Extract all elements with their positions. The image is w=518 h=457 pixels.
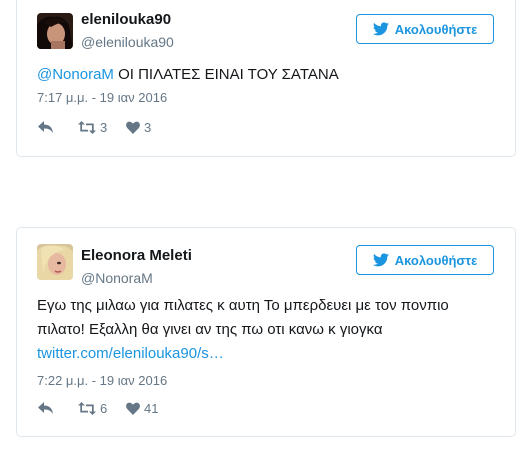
follow-label: Ακολουθήστε (394, 252, 478, 268)
twitter-bird-icon (372, 253, 389, 267)
display-name[interactable]: Eleonora Meleti (81, 247, 192, 264)
avatar[interactable] (37, 244, 73, 280)
follow-label: Ακολουθήστε (394, 21, 478, 37)
follow-button[interactable]: Ακολουθήστε (356, 245, 494, 275)
timestamp[interactable]: 7:22 μ.μ. - 19 ιαν 2016 (37, 373, 167, 388)
avatar[interactable] (37, 13, 73, 49)
timestamp[interactable]: 7:17 μ.μ. - 19 ιαν 2016 (37, 90, 167, 105)
retweet-icon (78, 402, 96, 415)
like-button[interactable]: 41 (126, 401, 158, 416)
avatar-image (37, 13, 73, 49)
tweet-body-line: πιλατο! Εξαλλη θα γινει αν της πω οτι κα… (37, 321, 383, 338)
reply-button[interactable] (38, 402, 78, 415)
tweet-card: Eleonora Meleti @NonoraM Ακολουθήστε Εγω… (16, 227, 516, 437)
reply-icon (38, 402, 53, 414)
tweet-body-line: Εγω της μιλαω για πιλατες κ αυτη Το μπερ… (37, 297, 449, 314)
retweet-icon (78, 121, 96, 134)
retweet-button[interactable]: 6 (78, 401, 126, 416)
mention-link[interactable]: @NonoraM (37, 66, 114, 83)
tweet-text: @NonoraM ΟΙ ΠΙΛΑΤΕΣ ΕΙΝΑΙ ΤΟΥ ΣΑΤΑΝΑ (37, 63, 495, 87)
user-handle[interactable]: @elenilouka90 (81, 34, 174, 50)
tweet-link[interactable]: twitter.com/elenilouka90/s… (37, 345, 224, 362)
display-name[interactable]: elenilouka90 (81, 11, 171, 28)
like-count: 41 (144, 401, 159, 416)
tweet-actions: 3 3 (38, 120, 151, 135)
heart-icon (126, 121, 140, 134)
heart-icon (126, 402, 140, 415)
retweet-button[interactable]: 3 (78, 120, 126, 135)
user-handle[interactable]: @NonoraM (81, 270, 153, 286)
tweet-text: Εγω της μιλαω για πιλατες κ αυτη Το μπερ… (37, 294, 495, 366)
tweet-actions: 6 41 (38, 401, 158, 416)
twitter-bird-icon (372, 22, 389, 36)
retweet-count: 3 (100, 120, 108, 135)
like-count: 3 (144, 120, 152, 135)
tweet-body: ΟΙ ΠΙΛΑΤΕΣ ΕΙΝΑΙ ΤΟΥ ΣΑΤΑΝΑ (113, 66, 339, 83)
avatar-image (37, 244, 73, 280)
reply-icon (38, 121, 53, 133)
follow-button[interactable]: Ακολουθήστε (356, 14, 494, 44)
reply-button[interactable] (38, 121, 78, 134)
like-button[interactable]: 3 (126, 120, 151, 135)
tweet-card: elenilouka90 @elenilouka90 Ακολουθήστε @… (16, 0, 516, 157)
retweet-count: 6 (100, 401, 108, 416)
